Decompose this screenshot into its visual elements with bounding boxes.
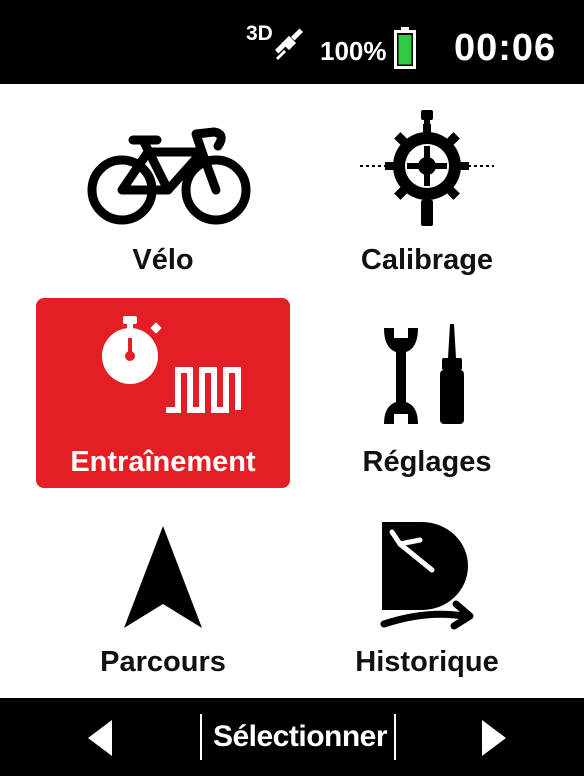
menu-item-historique[interactable]: Historique — [300, 500, 554, 690]
chainring-crank-icon — [360, 110, 494, 226]
menu-item-label: Historique — [355, 646, 499, 678]
menu-item-reglages[interactable]: Réglages — [300, 298, 554, 488]
menu-item-parcours[interactable]: Parcours — [36, 500, 290, 690]
menu-item-label: Entraînement — [70, 446, 256, 478]
divider — [394, 714, 396, 760]
menu-item-label: Vélo — [132, 244, 194, 276]
battery-percent: 100% — [320, 36, 387, 66]
history-clock-icon — [380, 522, 474, 630]
menu-item-label: Parcours — [100, 646, 226, 678]
select-button[interactable]: Sélectionner — [210, 720, 390, 754]
satellite-icon — [274, 28, 304, 60]
gps-fix-label: 3D — [246, 22, 273, 45]
stopwatch-intervals-icon — [102, 316, 241, 413]
menu-item-label: Calibrage — [360, 244, 494, 276]
battery-icon — [394, 27, 416, 69]
arrow-left-icon[interactable] — [86, 718, 114, 758]
menu-item-label: Réglages — [362, 446, 492, 478]
bike-icon — [87, 127, 251, 225]
clock: 00:06 — [454, 27, 557, 69]
status-bar: 3D 100% 00:06 — [0, 0, 584, 84]
device-screen: 3D 100% 00:06 Vélo Calibrage Entraînemen… — [0, 0, 584, 776]
navigation-arrow-icon — [124, 526, 202, 628]
divider — [200, 714, 202, 760]
arrow-right-icon[interactable] — [480, 718, 508, 758]
bottom-bar: Sélectionner — [0, 698, 584, 776]
wrench-screwdriver-icon — [384, 324, 464, 424]
menu-item-entrainement[interactable]: Entraînement — [36, 298, 290, 488]
menu-item-velo[interactable]: Vélo — [36, 96, 290, 286]
menu-item-calibrage[interactable]: Calibrage — [300, 96, 554, 286]
